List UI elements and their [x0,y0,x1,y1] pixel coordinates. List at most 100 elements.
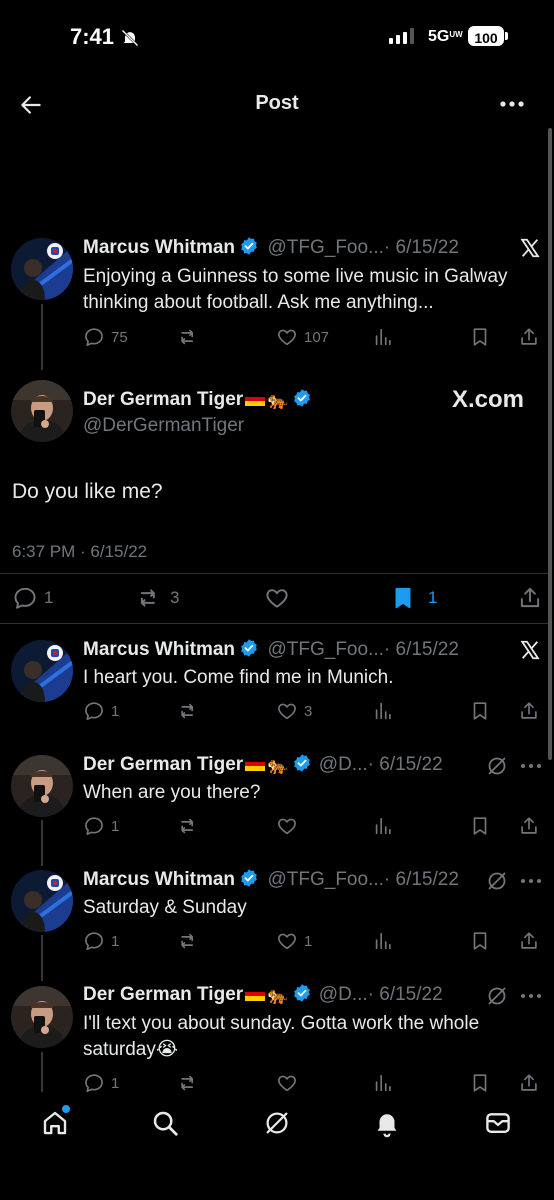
reply-count: 75 [111,328,128,346]
author-handle[interactable]: @DerGermanTiger [83,415,244,437]
x-logo-icon [519,638,541,662]
page-title: Post [255,92,299,114]
verified-badge-icon [239,638,259,658]
grok-icon[interactable] [485,754,509,778]
repost-button[interactable] [178,326,200,348]
share-button[interactable] [518,700,540,722]
avatar[interactable] [11,755,73,817]
repost-button[interactable] [178,1072,200,1094]
reply-count: 1 [111,1074,120,1092]
x-logo-icon [519,236,541,260]
like-count: 3 [304,702,313,720]
share-button[interactable] [518,1072,540,1094]
views-button[interactable] [372,326,394,348]
author-handle[interactable]: @TFG_Foo... [267,237,383,258]
battery-tip [505,32,508,40]
mail-icon[interactable] [483,1108,513,1138]
avatar[interactable] [11,380,73,442]
avatar[interactable] [11,986,73,1048]
search-icon[interactable] [150,1108,180,1138]
reply-header: Der German Tiger 🐅 @D...· 6/15/22 [83,753,503,776]
author-name[interactable]: Marcus Whitman [83,639,235,660]
bookmark-button[interactable] [469,815,491,837]
share-button[interactable] [518,930,540,952]
bell-icon[interactable] [372,1108,402,1138]
main-post-author: Der German Tiger 🐅 [83,388,312,411]
cellular-signal-icon [389,28,414,44]
verified-badge-icon [292,983,312,1003]
share-button[interactable] [517,585,543,611]
reply-header: Der German Tiger 🐅 @D...· 6/15/22 [83,983,503,1006]
network-type: 5GUW [428,28,463,45]
reply-button[interactable]: 75 [83,326,128,348]
share-button[interactable] [518,326,540,348]
repost-button[interactable]: 3 [136,585,179,611]
author-name[interactable]: Der German Tiger [83,389,243,410]
reply-button[interactable]: 1 [83,930,119,952]
like-button[interactable]: 107 [276,326,329,348]
like-button[interactable] [264,585,290,611]
like-button[interactable]: 3 [276,700,312,722]
bookmark-button[interactable] [469,930,491,952]
avatar[interactable] [11,870,73,932]
reply-button[interactable]: 1 [12,585,53,611]
action-row: 1 [83,815,543,839]
post-text: Enjoying a Guinness to some live music i… [83,266,508,313]
post-timestamp[interactable]: 6:37 PM · 6/15/22 [12,542,147,562]
views-button[interactable] [372,930,394,952]
avatar[interactable] [11,238,73,300]
action-row: 1 3 [83,700,543,724]
scrollbar[interactable] [548,128,552,760]
reply-header: Marcus Whitman @TFG_Foo...· 6/15/22 [83,638,523,661]
more-options-icon[interactable] [520,877,542,885]
reply-count: 1 [111,932,120,950]
share-button[interactable] [518,815,540,837]
author-handle[interactable]: @D... [319,984,368,1005]
reply-count: 1 [111,702,120,720]
views-button[interactable] [372,1072,394,1094]
status-time: 7:41 [70,24,115,49]
verified-badge-icon [239,236,259,256]
thread-line [41,820,43,866]
grok-icon[interactable] [485,984,509,1008]
author-handle[interactable]: @D... [319,754,368,775]
post-header: Marcus Whitman @TFG_Foo...· 6/15/22 [83,236,523,259]
author-name[interactable]: Marcus Whitman [83,237,235,258]
bookmark-button[interactable] [469,326,491,348]
author-handle[interactable]: @TFG_Foo... [267,639,383,660]
bookmark-button[interactable]: 1 [390,585,437,611]
grok-icon[interactable] [485,869,509,893]
reply-count: 1 [111,817,120,835]
reply-button[interactable]: 1 [83,815,119,837]
author-name[interactable]: Marcus Whitman [83,869,235,890]
watermark-text: X.com [452,386,525,413]
views-button[interactable] [372,700,394,722]
divider [0,573,548,574]
post-date: · 6/15/22 [383,639,459,660]
more-options-icon[interactable] [498,94,526,114]
bookmark-button[interactable] [469,700,491,722]
views-button[interactable] [372,815,394,837]
reply-button[interactable]: 1 [83,1072,119,1094]
more-options-icon[interactable] [520,992,542,1000]
bookmark-button[interactable] [469,1072,491,1094]
author-handle[interactable]: @TFG_Foo... [267,869,383,890]
reply-header: Marcus Whitman @TFG_Foo...· 6/15/22 [83,868,503,891]
bottom-tab-bar [0,1098,554,1158]
reply-text: I heart you. Come find me in Munich. [83,667,394,688]
repost-button[interactable] [178,930,200,952]
like-button[interactable] [276,1072,304,1094]
reply-button[interactable]: 1 [83,700,119,722]
germany-flag-icon [245,757,266,771]
more-options-icon[interactable] [520,762,542,770]
like-button[interactable]: 1 [276,930,312,952]
repost-button[interactable] [178,700,200,722]
repost-button[interactable] [178,815,200,837]
author-name[interactable]: Der German Tiger [83,754,243,775]
post-date: · 6/15/22 [383,237,459,258]
avatar[interactable] [11,640,73,702]
repost-count: 3 [170,588,180,607]
author-name[interactable]: Der German Tiger [83,984,243,1005]
like-button[interactable] [276,815,304,837]
grok-icon[interactable] [262,1108,292,1138]
